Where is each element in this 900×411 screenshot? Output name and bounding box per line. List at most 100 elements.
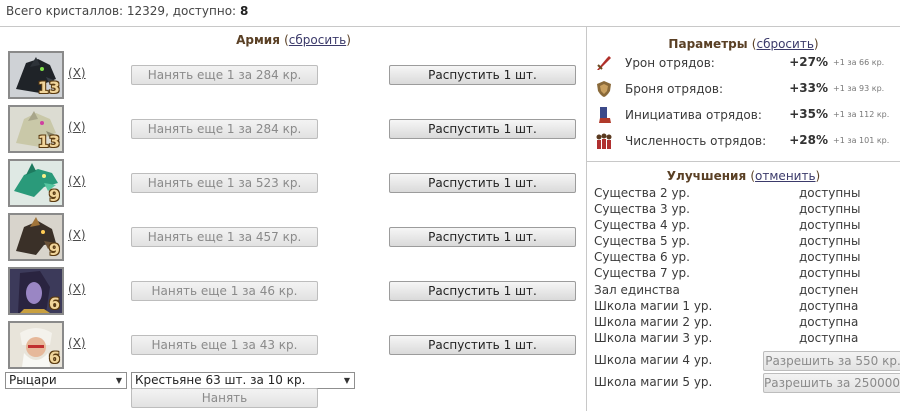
crystals-label: Всего кристаллов: 12329, доступно: [6,4,237,18]
hire-button[interactable]: Нанять [131,388,318,408]
upgrade-name: Школа магии 3 ур. [594,331,713,345]
unlock-button[interactable]: Разрешить за 2500000 [763,373,900,393]
unit-row: 9 (X) Нанять еще 1 за 523 кр. Распустить… [8,159,583,207]
unit-remove-label: X [72,336,81,350]
upgrade-row: Школа магии 4 ур. Разрешить за 550 кр. [594,351,900,371]
upgrade-status: доступна [799,299,859,313]
hire-more-button[interactable]: Нанять еще 1 за 46 кр. [131,281,318,301]
upgrade-row: Зал единства доступен [594,283,899,299]
upgrade-name: Существа 2 ур. [594,186,690,200]
unit-remove-label: X [72,174,81,188]
right-panel: Параметры (сбросить) Урон отрядов: +27% … [587,26,900,411]
hire-more-button[interactable]: Нанять еще 1 за 284 кр. [131,65,318,85]
unit-row: 13 (X) Нанять еще 1 за 284 кр. Распустит… [8,51,583,99]
upgrade-row: Существа 3 ур. доступны [594,202,899,218]
unit-row: 9 (X) Нанять еще 1 за 457 кр. Распустить… [8,213,583,261]
upgrade-name: Существа 7 ур. [594,266,690,280]
unit-portrait-dark-elf: 6 [8,267,64,315]
hire-more-button[interactable]: Нанять еще 1 за 523 кр. [131,173,318,193]
upgrade-row: Существа 4 ур. доступны [594,218,899,234]
hire-more-button[interactable]: Нанять еще 1 за 284 кр. [131,119,318,139]
upgrade-name: Зал единства [594,283,680,297]
dismiss-button[interactable]: Распустить 1 шт. [389,65,576,85]
upgrade-status: доступна [799,331,859,345]
dismiss-button[interactable]: Распустить 1 шт. [389,173,576,193]
upgrade-name: Существа 6 ур. [594,250,690,264]
unit-remove-link[interactable]: (X) [68,120,86,134]
upgrade-status: доступны [799,218,861,232]
unit-level: 6 [48,294,60,313]
params-title: Параметры (сбросить) [668,37,819,51]
upgrade-row: Школа магии 1 ур. доступна [594,299,899,315]
unit-remove-link[interactable]: (X) [68,336,86,350]
unit-remove-link[interactable]: (X) [68,174,86,188]
unit-level: 13 [37,78,60,97]
unit-remove-link[interactable]: (X) [68,66,86,80]
upgrade-name: Существа 4 ур. [594,218,690,232]
upgrade-row: Существа 2 ур. доступны [594,186,899,202]
upgrade-row: Школа магии 5 ур. Разрешить за 2500000 [594,373,900,393]
param-row-count: Численность отрядов: +28% +1 за 101 кр. [595,131,895,153]
upgrade-name: Школа магии 5 ур. [594,375,713,389]
chevron-down-icon: ▼ [343,376,350,385]
param-value: +33% [789,81,828,95]
upgrade-row: Школа магии 2 ур. доступна [594,315,899,331]
army-title: Армия (сбросить) [236,33,351,47]
chevron-down-icon: ▼ [115,376,122,385]
crystals-summary: Всего кристаллов: 12329, доступно: 8 [6,4,248,18]
upgrade-row: Существа 6 ур. доступны [594,250,899,266]
unit-row: 6 (X) Нанять еще 1 за 46 кр. Распустить … [8,267,583,315]
param-row-damage: Урон отрядов: +27% +1 за 66 кр. [595,53,895,75]
upgrade-row: Существа 7 ур. доступны [594,266,899,282]
unit-row: 13 (X) Нанять еще 1 за 284 кр. Распустит… [8,105,583,153]
param-upgrade-cost[interactable]: +1 за 101 кр. [833,136,889,145]
unit-select[interactable]: Крестьяне 63 шт. за 10 кр. ▼ [131,372,355,389]
army-reset-link[interactable]: сбросить [289,33,346,47]
unit-level: 13 [37,132,60,151]
unit-portrait-green-dragon: 9 [8,159,64,207]
dismiss-button[interactable]: Распустить 1 шт. [389,281,576,301]
upgrade-name: Школа магии 2 ур. [594,315,713,329]
upgrade-row: Школа магии 3 ур. доступна [594,331,899,347]
unit-select-value: Крестьяне 63 шт. за 10 кр. [135,373,306,387]
army-panel: Армия (сбросить) 13 (X) Нанять еще 1 за … [0,26,587,411]
dismiss-button[interactable]: Распустить 1 шт. [389,227,576,247]
param-label: Броня отрядов: [625,82,723,96]
hire-more-button[interactable]: Нанять еще 1 за 43 кр. [131,335,318,355]
unit-row: 6 (X) Нанять еще 1 за 43 кр. Распустить … [8,321,583,369]
upgrade-status: доступны [799,250,861,264]
unit-remove-label: X [72,66,81,80]
unit-level: 9 [48,240,60,259]
param-upgrade-cost[interactable]: +1 за 112 кр. [833,110,889,119]
params-reset-link[interactable]: сбросить [756,37,813,51]
unit-remove-label: X [72,282,81,296]
unit-remove-label: X [72,120,81,134]
param-upgrade-cost[interactable]: +1 за 66 кр. [833,58,884,67]
upgrade-status: доступна [799,315,859,329]
unit-level: 9 [48,186,60,205]
faction-select[interactable]: Рыцари ▼ [5,372,127,389]
param-value: +35% [789,107,828,121]
upgrade-row: Существа 5 ур. доступны [594,234,899,250]
section-divider [587,161,900,162]
param-label: Численность отрядов: [625,134,767,148]
troops-icon [596,133,612,149]
param-value: +27% [789,55,828,69]
hire-more-button[interactable]: Нанять еще 1 за 457 кр. [131,227,318,247]
dismiss-button[interactable]: Распустить 1 шт. [389,335,576,355]
upgrade-status: доступен [799,283,859,297]
upgrade-name: Школа магии 4 ур. [594,353,713,367]
unit-remove-link[interactable]: (X) [68,228,86,242]
upgrade-name: Школа магии 1 ур. [594,299,713,313]
unit-remove-link[interactable]: (X) [68,282,86,296]
upgrades-title-text: Улучшения [666,169,747,183]
unit-portrait-bone-dragon: 13 [8,105,64,153]
dismiss-button[interactable]: Распустить 1 шт. [389,119,576,139]
unlock-button[interactable]: Разрешить за 550 кр. [763,351,900,371]
param-row-initiative: Инициатива отрядов: +35% +1 за 112 кр. [595,105,895,127]
upgrades-cancel-link[interactable]: отменить [755,169,815,183]
unit-portrait-black-dragon: 13 [8,51,64,99]
upgrade-status: доступны [799,186,861,200]
unit-level: 6 [48,348,60,367]
param-upgrade-cost[interactable]: +1 за 93 кр. [833,84,884,93]
